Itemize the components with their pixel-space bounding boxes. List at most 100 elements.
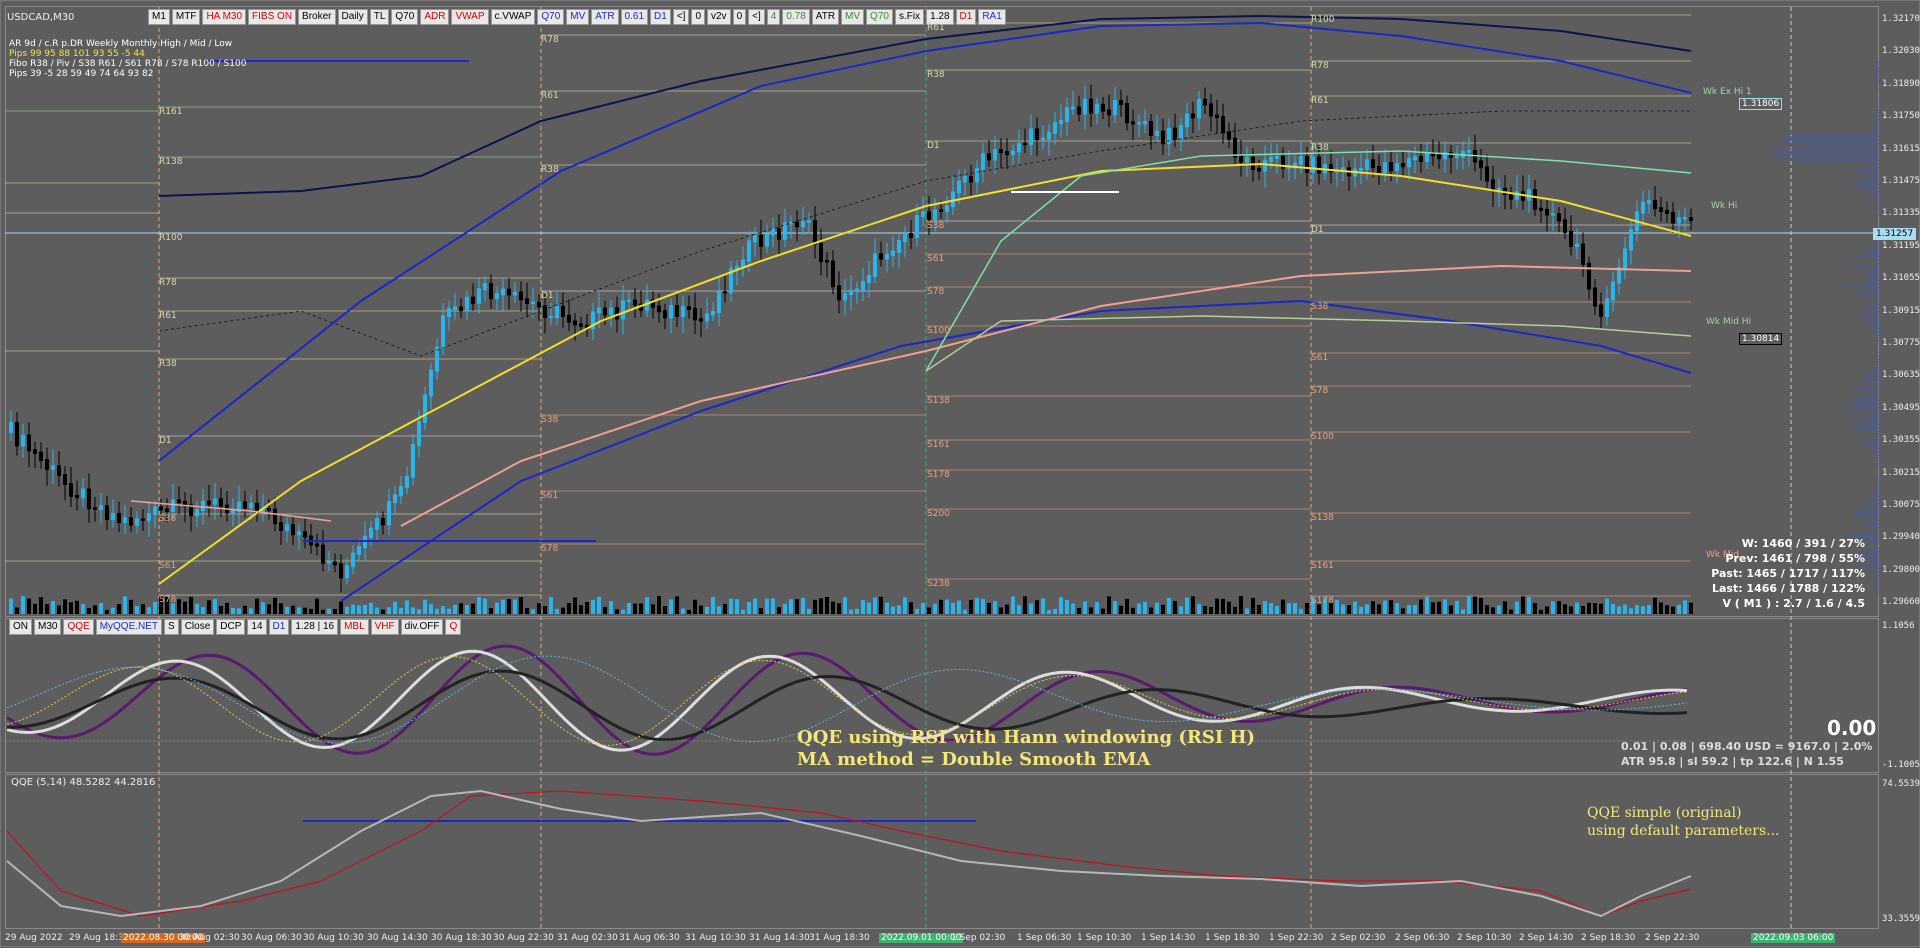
volume-bar — [309, 609, 313, 614]
toolbar-button[interactable]: 4 — [767, 9, 781, 25]
candle-body — [1551, 213, 1555, 215]
volume-profile-bar — [1867, 322, 1879, 324]
toolbar-button[interactable]: MV — [841, 9, 864, 25]
toolbar-button[interactable]: 0.78 — [782, 9, 809, 25]
toolbar-button[interactable]: 0.61 — [621, 9, 648, 25]
volume-bar — [1053, 609, 1057, 614]
qqe-toolbar-button[interactable]: S — [164, 619, 179, 635]
toolbar-button[interactable]: MTF — [172, 9, 201, 25]
volume-bar — [1635, 605, 1639, 614]
qqe-toolbar-button[interactable]: MBL — [340, 619, 369, 635]
qqe-toolbar-button[interactable]: ON — [9, 619, 32, 635]
candle-body — [927, 211, 931, 220]
toolbar-button[interactable]: RA1 — [978, 9, 1005, 25]
toolbar-button[interactable]: TL — [370, 9, 390, 25]
candle-body — [1227, 131, 1231, 139]
volume-profile-bar — [1856, 256, 1879, 258]
pivot-level-label: S238 — [927, 579, 950, 589]
candle-body — [453, 306, 457, 310]
volume-bar — [1299, 609, 1303, 614]
candle-body — [1641, 202, 1645, 214]
volume-bar — [267, 604, 271, 614]
candle-body — [105, 505, 109, 520]
qqe-toolbar-button[interactable]: MyQQE.NET — [96, 619, 162, 635]
volume-bar — [471, 604, 475, 614]
toolbar-button[interactable]: M1 — [148, 9, 170, 25]
pivot-level-label: R161 — [159, 107, 182, 117]
volume-profile-bar — [1853, 424, 1879, 426]
qqe-toolbar-button[interactable]: D1 — [269, 619, 290, 635]
toolbar-button[interactable]: Q70 — [537, 9, 564, 25]
toolbar-button[interactable]: HA M30 — [202, 9, 246, 25]
candle-body — [1467, 150, 1471, 153]
toolbar-button[interactable]: D1 — [956, 9, 977, 25]
toolbar-button[interactable]: Daily — [338, 9, 368, 25]
volume-bar — [129, 600, 133, 614]
volume-bar — [1359, 607, 1363, 614]
toolbar-button[interactable]: ATR — [812, 9, 839, 25]
volume-bar — [459, 603, 463, 614]
toolbar-button[interactable]: ADR — [420, 9, 449, 25]
qqe2-signal-line — [7, 791, 1691, 916]
toolbar-button[interactable]: MV — [566, 9, 589, 25]
candle-body — [1539, 208, 1543, 211]
qqe-toolbar-button[interactable]: 1.28 | 16 — [291, 619, 338, 635]
volume-bar — [633, 604, 637, 614]
time-tick: 2 Sep 06:30 — [1395, 933, 1449, 943]
qqe-toolbar-button[interactable]: QQE — [63, 619, 93, 635]
toolbar-button[interactable]: D1 — [650, 9, 671, 25]
volume-bar — [1167, 598, 1171, 614]
candle-body — [441, 315, 445, 349]
candle-body — [477, 288, 481, 304]
toolbar-button[interactable]: <] — [748, 9, 765, 25]
candle-body — [1113, 100, 1117, 115]
candle-body — [459, 306, 463, 311]
time-tick: 30 Aug 14:30 — [367, 933, 428, 943]
candle-body — [1395, 163, 1399, 171]
volume-bar — [51, 601, 55, 614]
qqe-toolbar-button[interactable]: M30 — [34, 619, 61, 635]
volume-profile-bar — [1868, 502, 1879, 504]
pivot-level-label: S61 — [1311, 353, 1328, 363]
toolbar-button[interactable]: FIBS ON — [248, 9, 296, 25]
candle-body — [669, 305, 673, 318]
qqe-toolbar-button[interactable]: Close — [181, 619, 215, 635]
toolbar-button[interactable]: 0 — [733, 9, 747, 25]
toolbar-button[interactable]: Q70 — [391, 9, 418, 25]
candle-body — [951, 191, 955, 207]
volume-bar — [807, 609, 811, 614]
volume-bar — [1227, 602, 1231, 614]
qqe-toolbar-button[interactable]: Q — [445, 619, 461, 635]
volume-bar — [1263, 601, 1267, 614]
time-axis[interactable]: 29 Aug 202229 Aug 18:302022.08.30 00:003… — [1, 930, 1920, 948]
volume-bar — [1473, 597, 1477, 614]
volume-bar — [1197, 604, 1201, 614]
time-tick: 30 Aug 06:30 — [241, 933, 302, 943]
candle-body — [1665, 210, 1669, 214]
price-scale[interactable]: 1.321701.320301.318901.317501.316151.314… — [1879, 6, 1920, 617]
candle-body — [1653, 200, 1657, 209]
toolbar-button[interactable]: v2v — [707, 9, 731, 25]
candle-body — [231, 510, 235, 514]
qqe-toolbar-button[interactable]: div.OFF — [401, 619, 444, 635]
qqe-toolbar-button[interactable]: DCP — [216, 619, 245, 635]
toolbar-button[interactable]: Q70 — [866, 9, 893, 25]
volume-bar — [393, 602, 397, 614]
toolbar-button[interactable]: VWAP — [451, 9, 488, 25]
volume-bar — [561, 608, 565, 614]
volume-bar — [321, 610, 325, 614]
qqe-toolbar-button[interactable]: 14 — [247, 619, 266, 635]
toolbar-button[interactable]: <] — [673, 9, 690, 25]
candle-body — [1605, 298, 1609, 316]
candle-body — [1533, 189, 1537, 209]
volume-bar — [495, 603, 499, 614]
toolbar-button[interactable]: 0 — [691, 9, 705, 25]
toolbar-button[interactable]: Broker — [298, 9, 335, 25]
toolbar-button[interactable]: ATR — [591, 9, 618, 25]
qqe-toolbar[interactable]: ONM30QQEMyQQE.NETSCloseDCP14D11.28 | 16M… — [9, 619, 461, 635]
price-tick: 1.31195 — [1882, 241, 1920, 251]
toolbar-button[interactable]: c.VWAP — [491, 9, 536, 25]
indicator-toolbar[interactable]: M1MTFHA M30FIBS ONBrokerDailyTLQ70ADRVWA… — [148, 9, 1006, 25]
toolbar-button[interactable]: s.Fix — [895, 9, 924, 25]
qqe-toolbar-button[interactable]: VHF — [371, 619, 399, 635]
